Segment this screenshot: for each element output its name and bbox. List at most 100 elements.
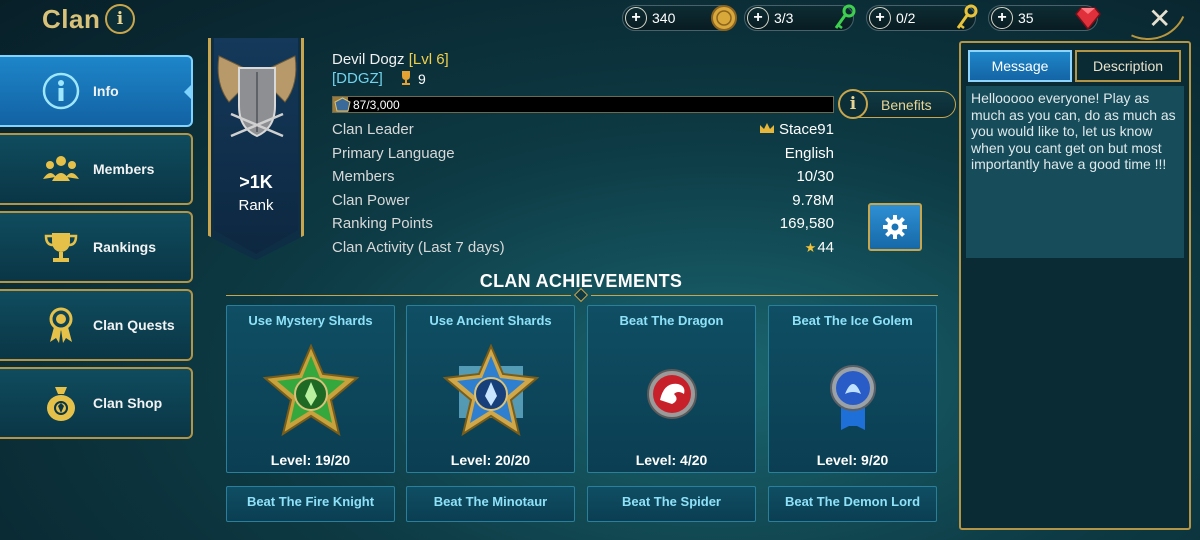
achievement-title: Beat The Ice Golem (792, 313, 913, 328)
trophy-count: 9 (418, 71, 426, 87)
achievement-card-spider[interactable]: Beat The Spider (587, 486, 756, 522)
achievement-level: Level: 19/20 (270, 452, 351, 468)
rank-label: Rank (238, 197, 274, 214)
achievement-title: Use Mystery Shards (248, 313, 373, 328)
achievement-title: Beat The Fire Knight (246, 494, 375, 509)
achievement-card-ice-golem[interactable]: Beat The Ice Golem Level: 9/20 (768, 305, 937, 473)
resource-gold-keys: + 0/2 (866, 4, 978, 31)
add-gold-key-button[interactable]: + (869, 7, 891, 29)
gear-icon (883, 215, 907, 239)
money-bag-icon (40, 382, 82, 424)
resource-rubies: + 35 (988, 5, 1101, 31)
heading-divider-left (226, 295, 571, 296)
stat-members: Members 10/30 (332, 168, 834, 190)
green-keys-value: 3/3 (774, 10, 794, 26)
stat-label: Clan Power (332, 192, 410, 209)
stat-clan-activity: Clan Activity (Last 7 days) ★44 (332, 239, 834, 261)
green-key-icon (834, 4, 856, 29)
tab-message[interactable]: Message (968, 50, 1072, 82)
stat-label: Ranking Points (332, 215, 433, 232)
stat-value: ★44 (805, 239, 834, 256)
stat-ranking-points: Ranking Points 169,580 (332, 215, 834, 237)
clan-name: Devil Dogz [Lvl 6] (332, 51, 449, 68)
achievement-title: Use Ancient Shards (429, 313, 552, 328)
crown-icon (759, 123, 774, 133)
stat-primary-language: Primary Language English (332, 145, 834, 167)
green-star-emblem-icon (262, 344, 360, 437)
achievement-title: Beat The Spider (622, 494, 721, 509)
sidebar-item-label: Info (93, 83, 119, 99)
silver-coin-icon (711, 5, 737, 31)
blue-star-emblem-icon (442, 344, 540, 437)
clan-message-text: Hellooooo everyone! Play as much as you … (971, 90, 1176, 172)
active-indicator (184, 83, 193, 101)
add-green-key-button[interactable]: + (747, 7, 769, 29)
sidebar-item-label: Members (93, 161, 155, 177)
clan-xp-bar: 87/3,000 (332, 96, 834, 113)
achievement-card-demon-lord[interactable]: Beat The Demon Lord (768, 486, 937, 522)
resource-silver: + 340 (622, 5, 737, 31)
clan-leader-name: Stace91 (778, 121, 834, 138)
add-ruby-button[interactable]: + (991, 7, 1013, 29)
achievement-card-minotaur[interactable]: Beat The Minotaur (406, 486, 575, 522)
stat-clan-leader: Clan Leader Stace91 (332, 121, 834, 143)
red-dragon-emblem-icon (647, 369, 697, 419)
clan-level: [Lvl 6] (408, 51, 449, 68)
achievement-title: Beat The Dragon (619, 313, 724, 328)
achievement-card-ancient-shards[interactable]: Use Ancient Shards Level: 20/20 (406, 305, 575, 473)
achievement-card-dragon[interactable]: Beat The Dragon Level: 4/20 (587, 305, 756, 473)
rank-value: >1K (239, 172, 273, 192)
achievement-level: Level: 9/20 (816, 452, 889, 468)
members-icon (40, 148, 82, 190)
medal-icon (40, 304, 82, 346)
stat-value: 169,580 (779, 215, 834, 232)
stat-label: Primary Language (332, 145, 455, 162)
stat-value: 10/30 (796, 168, 834, 185)
ruby-gem-icon (1075, 7, 1101, 31)
sidebar-item-label: Clan Shop (93, 395, 163, 411)
sidebar-item-label: Clan Quests (93, 317, 175, 333)
stat-value: 9.78M (792, 192, 834, 209)
sidebar-item-clan-shop[interactable]: Clan Shop (0, 367, 193, 439)
xp-emblem-icon (334, 97, 351, 112)
benefits-info-icon: i (838, 89, 868, 119)
resource-green-keys: + 3/3 (744, 4, 856, 31)
stat-label: Clan Leader (332, 121, 414, 138)
clan-tag: [DDGZ] (332, 70, 383, 87)
star-icon: ★ (804, 240, 817, 255)
clan-xp-text: 87/3,000 (353, 98, 400, 112)
trophy-icon (40, 226, 82, 268)
sidebar-item-label: Rankings (93, 239, 157, 255)
rubies-value: 35 (1018, 10, 1034, 26)
achievement-level: Level: 20/20 (450, 452, 531, 468)
silver-value: 340 (652, 10, 676, 26)
tab-description[interactable]: Description (1075, 50, 1181, 82)
stat-clan-power: Clan Power 9.78M (332, 192, 834, 214)
achievement-title: Beat The Demon Lord (784, 494, 921, 509)
add-silver-button[interactable]: + (625, 7, 647, 29)
sidebar-item-info[interactable]: Info (0, 55, 193, 127)
clan-crest-icon (217, 55, 297, 138)
sidebar-item-members[interactable]: Members (0, 133, 193, 205)
gold-keys-value: 0/2 (896, 10, 916, 26)
achievement-card-fire-knight[interactable]: Beat The Fire Knight (226, 486, 395, 522)
achievement-card-mystery-shards[interactable]: Use Mystery Shards Level: 19/20 (226, 305, 395, 473)
stat-value: English (784, 145, 834, 162)
sidebar-item-clan-quests[interactable]: Clan Quests (0, 289, 193, 361)
blue-golem-emblem-icon (830, 365, 876, 430)
achievement-level: Level: 4/20 (635, 452, 708, 468)
clan-settings-button[interactable] (868, 203, 922, 251)
achievement-title: Beat The Minotaur (433, 494, 548, 509)
benefits-label: Benefits (881, 97, 932, 113)
clan-info-button[interactable]: i (105, 4, 135, 34)
close-button[interactable]: ✕ (1148, 2, 1171, 35)
stat-label: Members (332, 168, 395, 185)
benefits-button[interactable]: i Benefits (838, 89, 956, 119)
info-icon (40, 70, 82, 112)
activity-value: 44 (817, 239, 834, 256)
heading-divider-right (591, 295, 938, 296)
sidebar-item-rankings[interactable]: Rankings (0, 211, 193, 283)
trophy-icon (402, 71, 410, 85)
top-bar: Clan i + 340 + 3/3 + 0/2 + 35 ✕ (0, 0, 1200, 52)
stat-label: Clan Activity (Last 7 days) (332, 239, 505, 256)
